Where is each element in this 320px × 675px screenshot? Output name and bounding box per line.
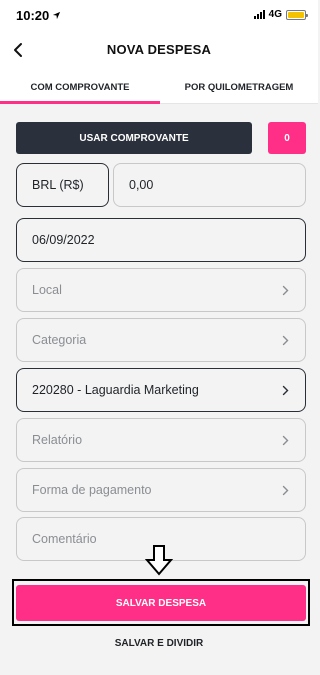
status-bar: 10:20 4G: [0, 0, 318, 30]
active-tab-indicator: [0, 101, 160, 104]
payment-method-select[interactable]: Forma de pagamento: [16, 468, 306, 512]
currency-select[interactable]: BRL (R$): [16, 163, 109, 207]
location-select[interactable]: Local: [16, 268, 306, 312]
chevron-right-icon: [279, 333, 291, 347]
category-select[interactable]: Categoria: [16, 318, 306, 362]
use-receipt-button[interactable]: USAR COMPROVANTE: [16, 122, 252, 154]
project-select[interactable]: 220280 - Laguardia Marketing: [16, 368, 306, 412]
battery-icon: [286, 9, 308, 20]
chevron-right-icon: [279, 483, 291, 497]
signal-icon: [253, 10, 265, 19]
category-placeholder: Categoria: [32, 333, 87, 347]
down-arrow-icon: [144, 544, 174, 576]
tab-bar: COM COMPROVANTE POR QUILOMETRAGEM: [0, 70, 318, 104]
report-select[interactable]: Relatório: [16, 418, 306, 462]
receipt-count-badge[interactable]: 0: [268, 122, 306, 154]
location-placeholder: Local: [32, 283, 62, 297]
status-time: 10:20: [16, 8, 61, 23]
tab-por-quilometragem[interactable]: POR QUILOMETRAGEM: [160, 70, 318, 104]
status-indicators: 4G: [253, 9, 308, 20]
location-arrow-icon: [53, 11, 61, 20]
tab-com-comprovante[interactable]: COM COMPROVANTE: [0, 70, 160, 104]
date-value: 06/09/2022: [32, 233, 95, 247]
chevron-right-icon: [279, 433, 291, 447]
save-and-split-button[interactable]: SALVAR E DIVIDIR: [0, 638, 318, 649]
date-field[interactable]: 06/09/2022: [16, 218, 306, 262]
network-label: 4G: [268, 9, 282, 20]
amount-value: 0,00: [129, 178, 154, 192]
amount-field[interactable]: 0,00: [113, 163, 306, 207]
project-value: 220280 - Laguardia Marketing: [32, 383, 199, 397]
page-title: NOVA DESPESA: [106, 42, 212, 57]
currency-value: BRL (R$): [32, 178, 84, 192]
report-placeholder: Relatório: [32, 433, 83, 447]
chevron-right-icon: [279, 383, 291, 397]
status-time-text: 10:20: [16, 8, 50, 23]
comment-placeholder: Comentário: [32, 532, 97, 546]
battery-fill: [288, 11, 304, 18]
save-expense-button[interactable]: SALVAR DESPESA: [16, 585, 306, 621]
app-header: NOVA DESPESA: [0, 30, 318, 70]
chevron-right-icon: [279, 283, 291, 297]
payment-placeholder: Forma de pagamento: [32, 483, 152, 497]
